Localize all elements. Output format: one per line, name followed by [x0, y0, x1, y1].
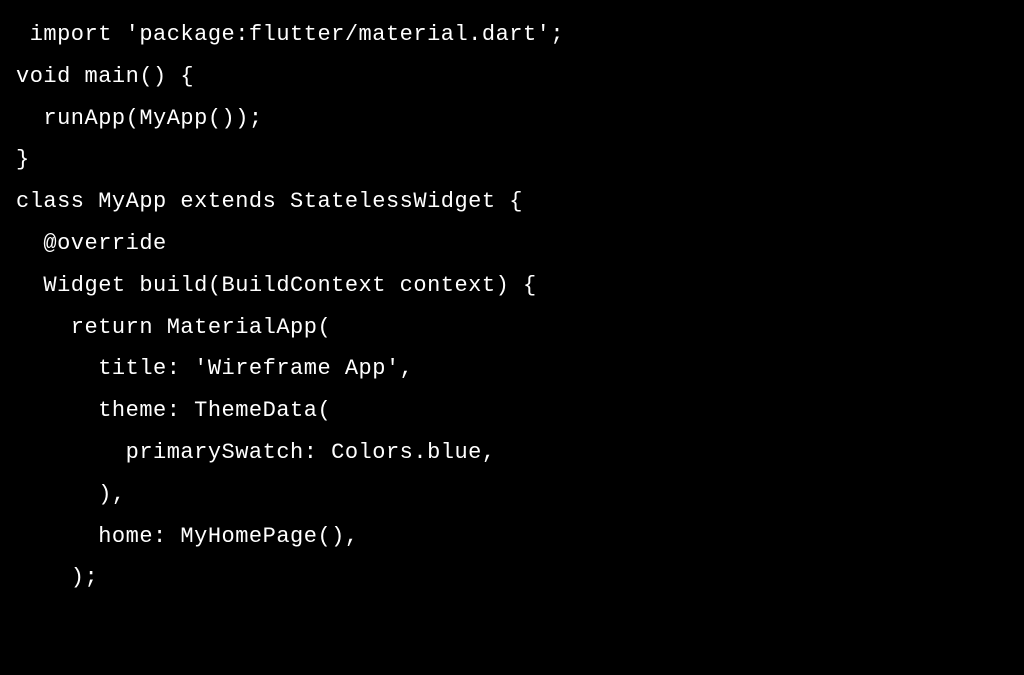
code-line: import 'package:flutter/material.dart'; — [16, 14, 1008, 56]
code-block: import 'package:flutter/material.dart'; … — [16, 14, 1008, 599]
code-line: title: 'Wireframe App', — [16, 348, 1008, 390]
code-line: class MyApp extends StatelessWidget { — [16, 181, 1008, 223]
code-line: theme: ThemeData( — [16, 390, 1008, 432]
code-line: ); — [16, 557, 1008, 599]
code-line: Widget build(BuildContext context) { — [16, 265, 1008, 307]
code-line: primarySwatch: Colors.blue, — [16, 432, 1008, 474]
code-line: runApp(MyApp()); — [16, 98, 1008, 140]
code-line: home: MyHomePage(), — [16, 516, 1008, 558]
code-line: ), — [16, 474, 1008, 516]
code-line: return MaterialApp( — [16, 307, 1008, 349]
code-line: void main() { — [16, 56, 1008, 98]
code-line: @override — [16, 223, 1008, 265]
code-line: } — [16, 139, 1008, 181]
